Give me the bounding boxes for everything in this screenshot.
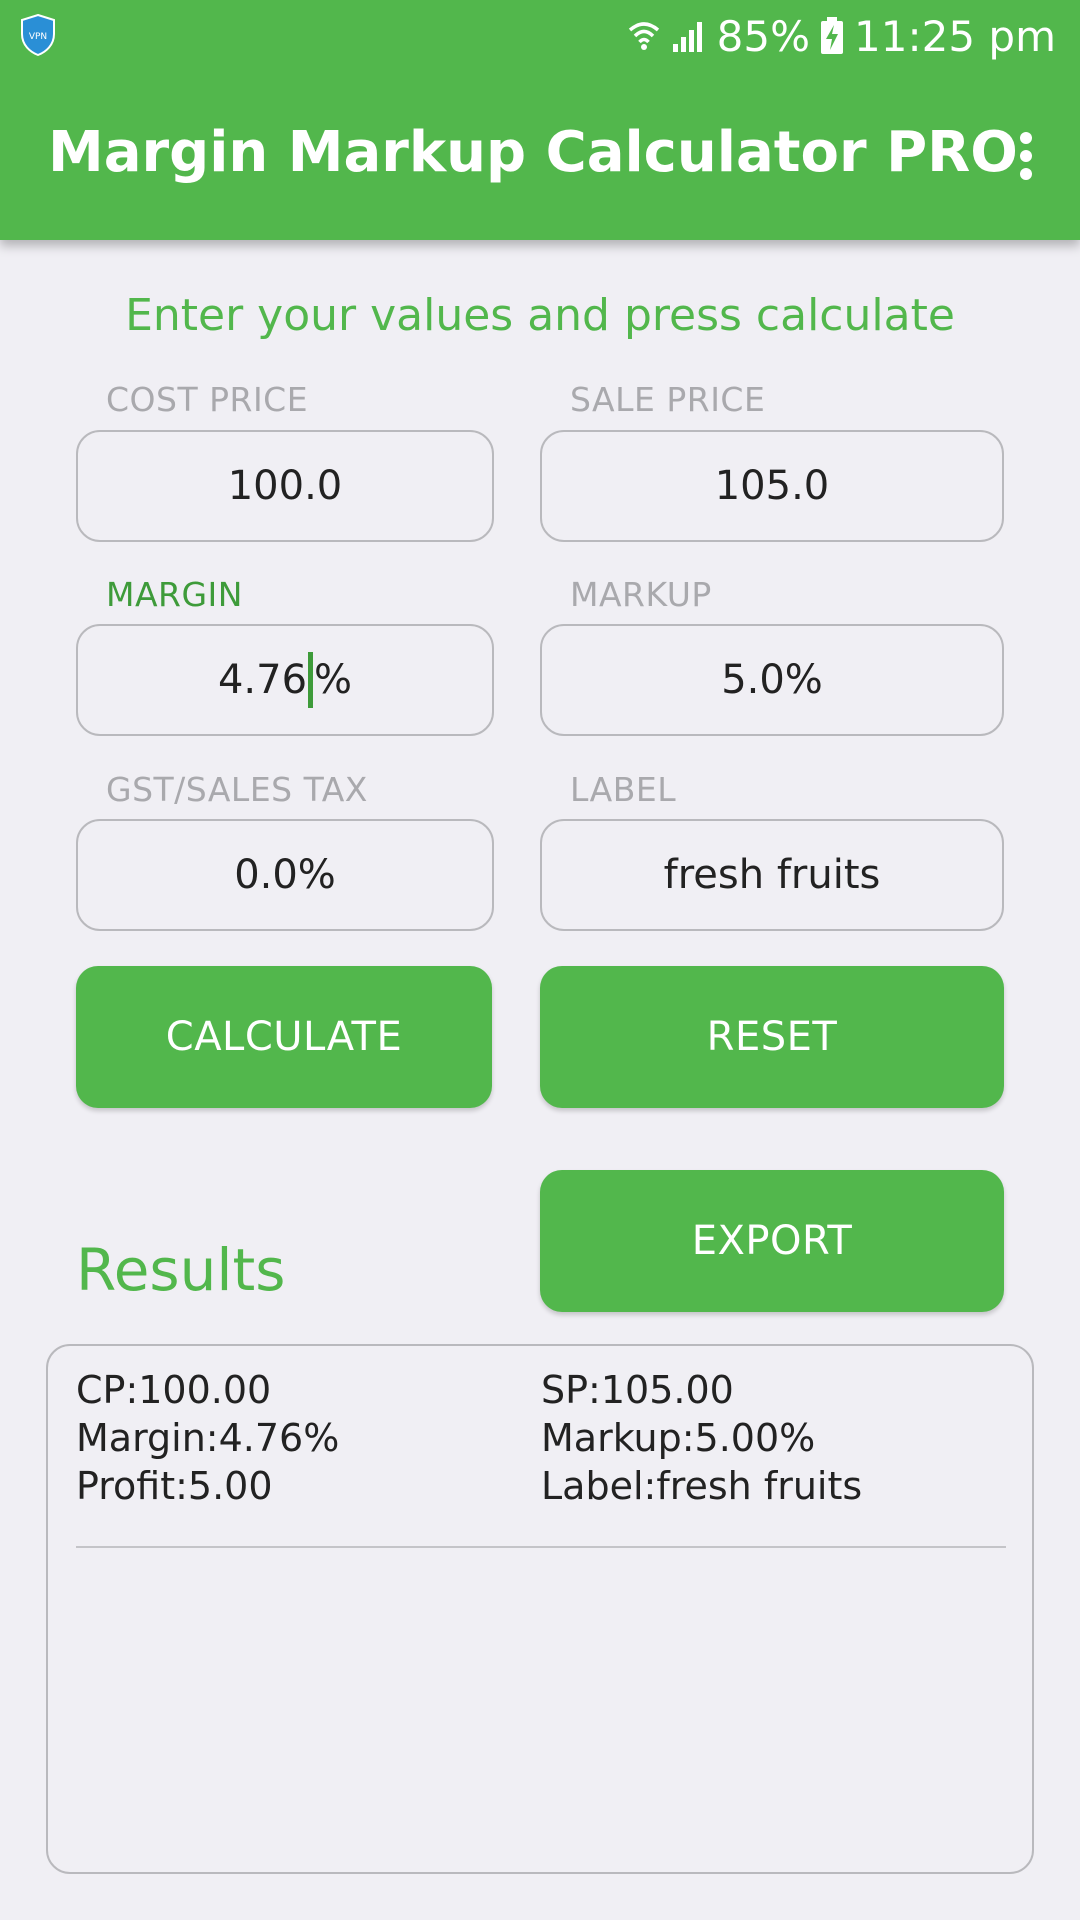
wifi-icon	[628, 22, 659, 50]
result-profit: Profit:5.00	[76, 1464, 273, 1508]
reset-button[interactable]: RESET	[540, 966, 1004, 1108]
results-title: Results	[76, 1236, 286, 1304]
overflow-menu-icon[interactable]	[996, 124, 1056, 188]
signal-icon	[672, 22, 702, 52]
result-divider	[76, 1546, 1006, 1548]
text-cursor	[308, 652, 314, 708]
margin-label: MARGIN	[106, 575, 243, 614]
markup-label: MARKUP	[570, 575, 712, 614]
instruction-text: Enter your values and press calculate	[125, 290, 955, 341]
label-field-label: LABEL	[570, 770, 677, 809]
cost-price-label: COST PRICE	[106, 380, 309, 419]
export-button[interactable]: EXPORT	[540, 1170, 1004, 1312]
cost-price-input[interactable]: 100.0	[76, 430, 494, 542]
result-grid: CP:100.00 SP:105.00 Margin:4.76% Markup:…	[76, 1368, 1006, 1508]
clock: 11:25 pm	[854, 11, 1056, 61]
margin-percent-sign: %	[314, 657, 353, 703]
vpn-shield-icon: VPN	[21, 14, 55, 56]
battery-charging-icon	[821, 17, 844, 54]
gst-label: GST/SALES TAX	[106, 770, 368, 809]
result-margin: Margin:4.76%	[76, 1416, 340, 1460]
result-label: Label:fresh fruits	[541, 1464, 863, 1508]
margin-input[interactable]: 4.76%	[76, 624, 494, 736]
app-bar: VPN 85% 11:25 pm Margin Markup Calculato…	[0, 0, 1080, 240]
status-bar: VPN 85% 11:25 pm	[0, 0, 1080, 72]
result-markup: Markup:5.00%	[541, 1416, 816, 1460]
app-title: Margin Markup Calculator PRO	[48, 120, 1018, 185]
result-sp: SP:105.00	[541, 1368, 734, 1412]
vpn-text: VPN	[29, 32, 47, 42]
status-right: 85% 11:25 pm	[627, 8, 1056, 64]
calculate-button[interactable]: CALCULATE	[76, 966, 492, 1108]
gst-input[interactable]: 0.0%	[76, 819, 494, 931]
markup-input[interactable]: 5.0%	[540, 624, 1004, 736]
results-panel: CP:100.00 SP:105.00 Margin:4.76% Markup:…	[46, 1344, 1034, 1874]
sale-price-label: SALE PRICE	[570, 380, 766, 419]
margin-value: 4.76	[217, 657, 308, 703]
battery-percent: 85%	[716, 11, 811, 61]
result-cp: CP:100.00	[76, 1368, 272, 1412]
label-input[interactable]: fresh fruits	[540, 819, 1004, 931]
sale-price-input[interactable]: 105.0	[540, 430, 1004, 542]
